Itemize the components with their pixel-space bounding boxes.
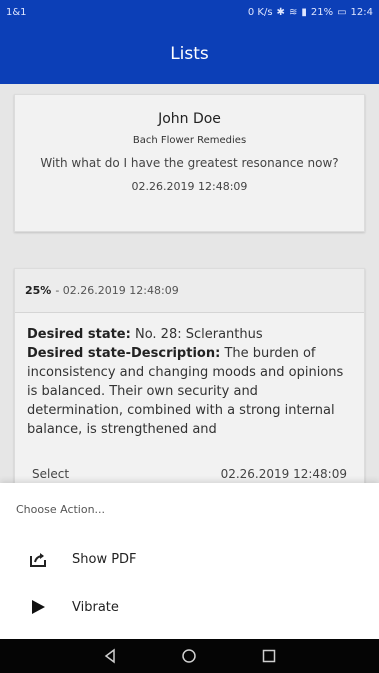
carrier-label: 1&1 bbox=[6, 6, 27, 18]
app-bar: Lists bbox=[0, 24, 379, 84]
client-name: John Doe bbox=[158, 111, 221, 127]
recents-icon[interactable] bbox=[259, 646, 279, 666]
play-icon bbox=[28, 597, 48, 617]
remedy-category: Bach Flower Remedies bbox=[132, 135, 247, 146]
status-bar: 1&1 0 K/s ✱ ≋ ▮ 21% ▭ 12:4 bbox=[0, 0, 379, 24]
result-body: Desired state: No. 28: Scleranthus Desir… bbox=[15, 313, 364, 439]
result-timestamp: - 02.26.2019 12:48:09 bbox=[55, 284, 179, 297]
page-title: Lists bbox=[170, 44, 209, 64]
result-card[interactable]: 25% - 02.26.2019 12:48:09 Desired state:… bbox=[14, 268, 365, 483]
summary-card[interactable]: John Doe Bach Flower Remedies With what … bbox=[14, 94, 365, 232]
signal-icon: ▮ bbox=[301, 6, 307, 18]
result-percentage: 25% bbox=[25, 284, 52, 297]
vibrate-label: Vibrate bbox=[72, 599, 119, 615]
system-navigation-bar bbox=[0, 639, 379, 673]
clock: 12:4 bbox=[350, 6, 373, 18]
show-pdf-action[interactable]: Show PDF bbox=[0, 535, 379, 583]
list-content[interactable]: John Doe Bach Flower Remedies With what … bbox=[0, 84, 379, 483]
faded-row-right: 02.26.2019 12:48:09 bbox=[220, 467, 347, 481]
sheet-title: Choose Action... bbox=[16, 502, 106, 516]
vibrate-action[interactable]: Vibrate bbox=[0, 583, 379, 631]
share-icon bbox=[28, 549, 48, 569]
network-speed: 0 K/s bbox=[247, 6, 273, 18]
faded-row-left: Select bbox=[32, 467, 70, 481]
question-text: With what do I have the greatest resonan… bbox=[40, 156, 339, 170]
desired-state-label: Desired state: bbox=[27, 327, 131, 342]
bluetooth-icon: ✱ bbox=[276, 6, 285, 18]
action-bottom-sheet: Choose Action... Show PDF Vibrate bbox=[0, 483, 379, 639]
status-indicators: 0 K/s ✱ ≋ ▮ 21% ▭ 12:4 bbox=[248, 7, 373, 18]
summary-timestamp: 02.26.2019 12:48:09 bbox=[131, 180, 248, 193]
wifi-icon: ≋ bbox=[288, 6, 298, 18]
battery-icon: ▭ bbox=[337, 6, 347, 18]
show-pdf-label: Show PDF bbox=[72, 551, 137, 567]
desired-state-value: No. 28: Scleranthus bbox=[134, 327, 263, 342]
back-icon[interactable] bbox=[100, 646, 120, 666]
battery-percent: 21% bbox=[310, 6, 334, 18]
partially-hidden-row: Select 02.26.2019 12:48:09 bbox=[14, 467, 365, 483]
description-label: Desired state-Description: bbox=[27, 346, 221, 361]
home-icon[interactable] bbox=[179, 646, 199, 666]
result-header: 25% - 02.26.2019 12:48:09 bbox=[15, 269, 364, 313]
